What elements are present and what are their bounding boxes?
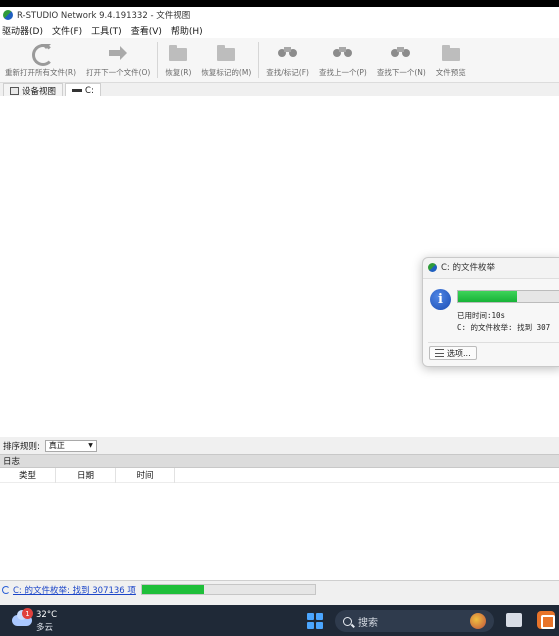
status-task-link[interactable]: C: 的文件枚举: 找到 307136 项 [13,584,136,596]
preview-icon [440,42,462,64]
dialog-options-button[interactable]: 选项... [429,346,477,360]
dialog-detail-text: C: 的文件枚举: 找到 307 [457,323,551,332]
log-columns: 类型 日期 时间 [0,467,559,483]
refresh-icon [30,42,54,66]
find-previous-label: 查找上一个(P) [318,68,367,77]
find-previous-button[interactable]: 查找上一个(P) [314,42,372,78]
taskbar-search-box[interactable]: 搜索 [335,610,494,632]
log-column-date[interactable]: 日期 [56,467,116,483]
reopen-all-files-label: 重新打开所有文件(R) [5,68,77,77]
file-enumeration-dialog: C: 的文件枚举 i 已用时间:10s C: 的文件枚举: 找到 307 选项.… [422,257,559,367]
recover-marked-folder-icon [215,42,237,64]
binoculars-next-icon [390,42,412,64]
task-view-icon[interactable] [506,613,522,627]
dialog-progress-bar [457,290,559,303]
recover-marked-button[interactable]: 恢复标记的(M) [196,42,256,78]
find-mark-button[interactable]: 查找/标记(F) [261,42,314,78]
recover-label: 恢复(R) [165,68,192,77]
device-view-icon [10,86,19,95]
binoculars-icon [277,42,299,64]
info-icon: i [430,289,451,310]
app-logo-icon [3,10,13,20]
toolbar: 重新打开所有文件(R) 打开下一个文件(O) 恢复(R) 恢复标记的(M) 查找… [0,38,559,83]
log-column-type[interactable]: 类型 [0,467,56,483]
taskbar-search-placeholder: 搜索 [358,617,378,629]
sort-bar: 排序规则: 真正 ▼ [0,437,559,454]
menu-help[interactable]: 帮助(H) [171,24,203,37]
dialog-body: i 已用时间:10s C: 的文件枚举: 找到 307 选项... [423,278,559,366]
title-bar: R-STUDIO Network 9.4.191332 - 文件视图 [0,7,559,23]
dialog-progress-fill [458,291,518,302]
reopen-all-files-button[interactable]: 重新打开所有文件(R) [0,42,81,78]
menu-bar: 驱动器(D) 文件(F) 工具(T) 查看(V) 帮助(H) [0,23,559,38]
status-progress-bar [140,584,316,595]
weather-widget[interactable]: 1 32°C 多云 [10,608,70,633]
tab-drive-c-label: C: [85,85,94,96]
app-logo-icon [428,262,437,272]
dialog-elapsed-time: 已用时间:10s [457,311,506,320]
dialog-options-label: 选项... [447,348,471,358]
busy-spinner-icon [2,585,10,594]
sort-select[interactable]: 真正 ▼ [44,439,97,452]
arrow-right-icon [107,42,129,64]
chevron-down-icon: ▼ [88,442,93,449]
start-button-icon[interactable] [307,613,323,629]
toolbar-separator [258,42,260,78]
weather-temperature: 32°C [36,610,58,620]
status-progress-fill [141,585,205,594]
find-next-button[interactable]: 查找下一个(N) [372,42,431,78]
tab-device-view-label: 设备视图 [22,86,57,97]
binoculars-previous-icon [332,42,354,64]
options-list-icon [435,349,444,357]
menu-drive[interactable]: 驱动器(D) [2,24,43,37]
menu-tools[interactable]: 工具(T) [91,24,122,37]
recover-folder-icon [167,42,189,64]
pinned-app-icon[interactable] [537,611,555,629]
window-title: R-STUDIO Network 9.4.191332 - 文件视图 [17,11,191,21]
log-title: 日志 [3,457,21,467]
dialog-title-bar: C: 的文件枚举 [423,258,559,276]
tab-drive-c[interactable]: C: [65,83,101,97]
sort-select-value: 真正 [48,441,65,450]
recover-marked-label: 恢复标记的(M) [201,68,252,77]
find-mark-label: 查找/标记(F) [266,68,309,77]
taskbar: 1 32°C 多云 搜索 [0,605,559,636]
status-bar: C: 的文件枚举: 找到 307136 项 [0,580,559,598]
weather-condition: 多云 [36,623,54,633]
open-next-file-button[interactable]: 打开下一个文件(O) [81,42,155,78]
search-icon [343,616,352,626]
log-header: 日志 [0,454,559,468]
file-preview-button[interactable]: 文件预览 [431,42,471,78]
screen-top-edge [0,0,559,7]
find-next-label: 查找下一个(N) [376,68,426,77]
log-pane[interactable]: 类型 日期 时间 [0,467,559,580]
open-next-file-label: 打开下一个文件(O) [86,68,151,77]
drive-icon [72,89,83,92]
recover-button[interactable]: 恢复(R) [160,42,196,78]
menu-view[interactable]: 查看(V) [131,24,162,37]
dialog-title: C: 的文件枚举 [441,263,496,273]
search-highlight-icon [470,613,486,629]
dialog-divider [428,342,559,343]
toolbar-separator [157,42,159,78]
sort-label: 排序规则: [3,441,40,452]
notification-badge: 1 [22,608,33,619]
menu-file[interactable]: 文件(F) [52,24,82,37]
tab-device-view[interactable]: 设备视图 [3,83,64,97]
file-preview-label: 文件预览 [435,68,466,77]
log-column-time[interactable]: 时间 [116,467,175,483]
